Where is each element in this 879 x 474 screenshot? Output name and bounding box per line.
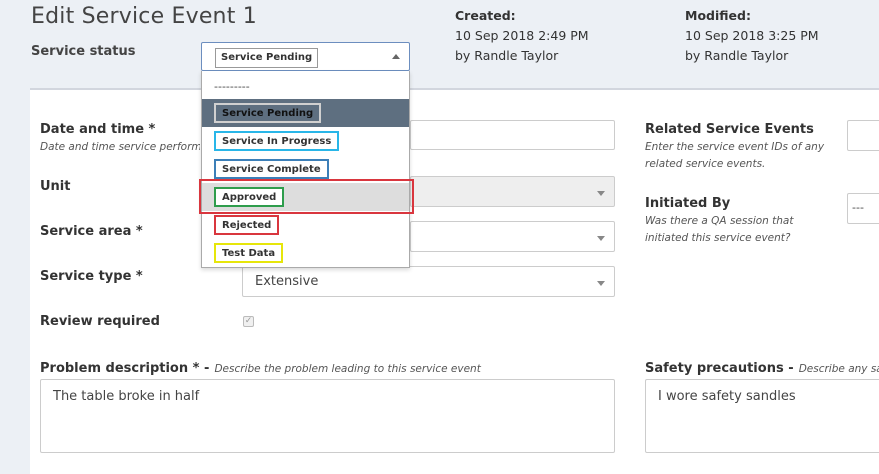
safety-precautions-heading: Safety precautions - Describe any safety… xyxy=(645,357,879,376)
review-required-checkbox[interactable]: ✓ xyxy=(243,316,254,327)
initiated-by-select[interactable]: --- xyxy=(847,193,879,224)
page-title: Edit Service Event 1 xyxy=(31,4,257,29)
related-events-input[interactable] xyxy=(847,120,879,151)
date-time-help: Date and time service performed xyxy=(40,141,200,153)
modified-label: Modified: xyxy=(685,8,751,23)
service-status-dropdown: --------- Service Pending Service In Pro… xyxy=(201,71,410,268)
service-type-value: Extensive xyxy=(255,274,319,289)
date-time-input[interactable] xyxy=(410,120,615,150)
service-status-select[interactable]: Service Pending xyxy=(201,42,410,71)
chevron-down-icon xyxy=(597,281,605,286)
safety-precautions-label: Safety precautions - xyxy=(645,361,794,376)
chevron-down-icon xyxy=(597,191,605,196)
initiated-by-help: Was there a QA session that initiated th… xyxy=(645,215,794,244)
page-header: Edit Service Event 1 Service status Crea… xyxy=(0,0,879,88)
problem-description-textarea[interactable]: The table broke in half xyxy=(40,379,615,453)
service-area-label: Service area * xyxy=(40,224,143,239)
status-chip: Service Complete xyxy=(214,159,329,179)
option-test-data[interactable]: Test Data xyxy=(202,239,409,267)
option-rejected[interactable]: Rejected xyxy=(202,211,409,239)
problem-description-help: Describe the problem leading to this ser… xyxy=(214,363,481,375)
safety-precautions-help: Describe any safety pr xyxy=(798,363,879,375)
date-time-label: Date and time * xyxy=(40,122,156,137)
option-empty[interactable]: --------- xyxy=(202,73,409,101)
option-service-pending[interactable]: Service Pending xyxy=(202,99,409,127)
modified-by: by Randle Taylor xyxy=(685,48,789,63)
service-area-select[interactable] xyxy=(410,221,615,252)
review-required-label: Review required xyxy=(40,314,160,329)
problem-description-label: Problem description * - xyxy=(40,361,210,376)
status-chip: Service In Progress xyxy=(214,131,340,151)
selected-status-chip: Service Pending xyxy=(215,48,319,68)
related-events-help: Enter the service event IDs of any relat… xyxy=(645,141,825,170)
problem-description-heading: Problem description * - Describe the pro… xyxy=(40,357,481,376)
modified-date: 10 Sep 2018 3:25 PM xyxy=(685,28,819,43)
chevron-up-icon xyxy=(392,54,400,59)
created-label: Created: xyxy=(455,8,516,23)
unit-label: Unit xyxy=(40,179,71,194)
service-type-select[interactable]: Extensive xyxy=(242,266,615,297)
chevron-down-icon xyxy=(597,236,605,241)
option-service-complete[interactable]: Service Complete xyxy=(202,155,409,183)
safety-precautions-value: I wore safety sandles xyxy=(658,389,796,404)
status-chip: Test Data xyxy=(214,243,284,263)
option-approved[interactable]: Approved xyxy=(202,183,409,211)
problem-description-value: The table broke in half xyxy=(53,389,200,404)
created-date: 10 Sep 2018 2:49 PM xyxy=(455,28,589,43)
initiated-by-label: Initiated By xyxy=(645,196,731,211)
status-chip: Approved xyxy=(214,187,285,207)
unit-select[interactable] xyxy=(410,176,615,207)
service-type-label: Service type * xyxy=(40,269,143,284)
status-chip: Service Pending xyxy=(214,103,322,123)
safety-precautions-textarea[interactable]: I wore safety sandles xyxy=(645,379,879,453)
created-by: by Randle Taylor xyxy=(455,48,559,63)
service-status-label: Service status xyxy=(31,44,136,59)
option-service-in-progress[interactable]: Service In Progress xyxy=(202,127,409,155)
initiated-by-value: --- xyxy=(852,201,864,214)
status-chip: Rejected xyxy=(214,215,280,235)
related-events-label: Related Service Events xyxy=(645,122,814,137)
